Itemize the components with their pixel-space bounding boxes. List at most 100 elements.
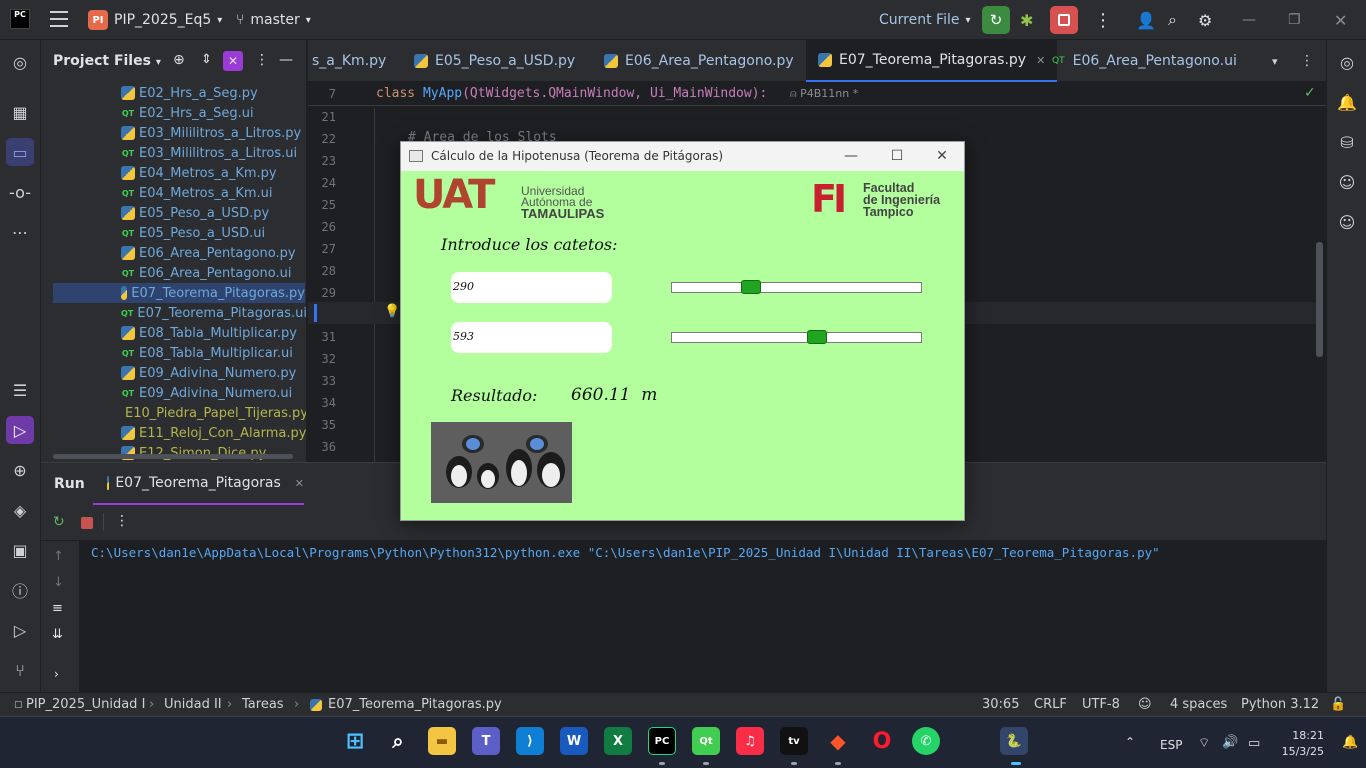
file-tree-item[interactable]: E05_Peso_a_USD.py [41, 203, 306, 223]
tab-e05-peso-py[interactable]: E05_Peso_a_USD.py [414, 40, 575, 82]
scroll-end-icon[interactable]: ⇊ [52, 627, 63, 642]
popup-title-bar[interactable]: Cálculo de la Hipotenusa (Teorema de Pit… [401, 142, 964, 171]
python-app-icon[interactable]: 🐍 [1000, 727, 1028, 755]
file-tree-item[interactable]: E07_Teorema_Pitagoras.py [53, 283, 305, 303]
lightbulb-icon[interactable]: 💡 [384, 304, 400, 319]
file-tree-item[interactable]: E02_Hrs_a_Seg.py [41, 83, 306, 103]
maximize-icon[interactable]: ☐ [887, 146, 907, 166]
python-console-icon[interactable]: ⊕ [6, 456, 34, 484]
branch-dropdown[interactable]: ⑂ master ▾ [236, 0, 311, 40]
slider-handle[interactable] [807, 330, 828, 344]
list-icon[interactable]: ☰ [6, 376, 34, 404]
teams-icon[interactable]: T [472, 727, 500, 755]
clock-date[interactable]: 15/3/25 [1276, 745, 1324, 758]
expand-icon[interactable]: › [54, 667, 59, 681]
tab-e06-area-py[interactable]: E06_Area_Pentagono.py [604, 40, 794, 82]
tab-e06-area-ui[interactable]: QT E06_Area_Pentagono.ui [1052, 40, 1237, 82]
clock-time[interactable]: 18:21 [1282, 729, 1324, 742]
project-panel-title[interactable]: Project Files ▾ [53, 53, 161, 69]
whatsapp-icon[interactable]: ✆ [912, 727, 940, 755]
file-tree-item[interactable]: QT E04_Metros_a_Km.ui [41, 183, 306, 203]
file-tree-item[interactable]: QT E05_Peso_a_USD.ui [41, 223, 306, 243]
tab-e04-metros-py[interactable]: s_a_Km.py [312, 40, 386, 82]
word-icon[interactable]: W [560, 727, 588, 755]
pycharm-icon[interactable]: PC [648, 727, 676, 755]
close-tab-icon[interactable]: ✕ [295, 477, 304, 490]
services-icon[interactable]: ▷ [6, 616, 34, 644]
cateto2-slider[interactable] [671, 330, 922, 344]
collapse-all-icon[interactable]: ✕ [223, 51, 243, 71]
structure-icon[interactable]: ▦ [6, 98, 34, 126]
file-explorer-icon[interactable]: ▬ [428, 727, 456, 755]
cateto2-input[interactable]: 593 [451, 322, 612, 353]
hide-panel-icon[interactable]: — [279, 52, 293, 68]
chevron-down-icon[interactable]: ▾ [1272, 40, 1278, 82]
file-tree-item[interactable]: E10_Piedra_Papel_Tijeras.py [41, 403, 306, 423]
debug-icon[interactable]: ✱ [1020, 0, 1033, 40]
console-output[interactable]: C:\Users\dan1e\AppData\Local\Programs\Py… [91, 545, 1160, 560]
stop-button[interactable] [1050, 6, 1078, 34]
commit-icon[interactable]: ◎ [6, 48, 34, 76]
minimize-icon[interactable]: — [841, 146, 861, 166]
file-tree-item[interactable]: E08_Tabla_Multiplicar.py [41, 323, 306, 343]
cateto1-input[interactable]: 290 [451, 272, 612, 303]
problems-icon[interactable]: ⓘ [6, 576, 34, 604]
git-icon[interactable]: ⑂ [6, 656, 34, 684]
run-panel-title[interactable]: Run [54, 476, 85, 492]
file-tree-item[interactable]: QT E03_Mililitros_a_Litros.ui [41, 143, 306, 163]
breadcrumb-folder[interactable]: Unidad II [164, 697, 222, 712]
apple-tv-icon[interactable]: tv [780, 727, 808, 755]
indent-setting[interactable]: 4 spaces [1170, 697, 1227, 712]
down-arrow-icon[interactable]: ↓ [53, 575, 64, 590]
windows-start-icon[interactable]: ⊞ [341, 727, 369, 755]
close-tab-icon[interactable]: ✕ [1036, 54, 1045, 67]
brave-icon[interactable]: ◆ [824, 727, 852, 755]
copilot-icon[interactable]: ☺ [1333, 168, 1361, 196]
vscode-icon[interactable]: ⟩ [516, 727, 544, 755]
breadcrumb-subfolder[interactable]: Tareas [242, 697, 284, 712]
file-tree-item[interactable]: E04_Metros_a_Km.py [41, 163, 306, 183]
options-icon[interactable]: ⋮ [255, 52, 269, 68]
git-commit-icon[interactable]: -o- [6, 178, 34, 206]
tab-e07-teorema-py[interactable]: E07_Teorema_Pitagoras.py ✕ [806, 40, 1058, 82]
run-tool-icon[interactable]: ▷ [6, 416, 34, 444]
more-icon[interactable]: ⋮ [1094, 0, 1112, 40]
ai-assistant-icon[interactable]: ◎ [1333, 48, 1361, 76]
add-user-icon[interactable]: 👤 [1136, 0, 1156, 40]
project-folder-icon[interactable]: ▭ [6, 138, 34, 166]
close-icon[interactable]: ✕ [1334, 0, 1347, 40]
tabs-menu-icon[interactable]: ⋮ [1300, 40, 1314, 82]
excel-icon[interactable]: X [604, 727, 632, 755]
wifi-icon[interactable]: ⌔ [1198, 735, 1210, 751]
breadcrumb-file[interactable]: E07_Teorema_Pitagoras.py [328, 697, 502, 712]
stop-icon[interactable] [81, 517, 93, 529]
maximize-icon[interactable]: ❐ [1288, 0, 1301, 40]
search-icon[interactable]: ⌕ [1168, 0, 1177, 40]
gear-icon[interactable]: ⚙ [1198, 0, 1212, 40]
main-menu-icon[interactable] [50, 11, 68, 27]
volume-icon[interactable]: 🔊 [1222, 735, 1238, 750]
lock-icon[interactable]: 🔓 [1330, 697, 1346, 712]
expand-collapse-icon[interactable]: ⇕ [201, 52, 212, 67]
file-tree-item[interactable]: E12_Simon_Dice.py [41, 443, 306, 462]
locate-icon[interactable]: ⊕ [173, 52, 185, 68]
apple-music-icon[interactable]: ♫ [736, 727, 764, 755]
project-badge-icon[interactable]: PI [88, 10, 108, 30]
notification-bell-icon[interactable]: 🔔 [1342, 735, 1358, 750]
cateto1-slider[interactable] [671, 280, 922, 294]
file-tree-item[interactable]: E03_Mililitros_a_Litros.py [41, 123, 306, 143]
search-icon[interactable]: ⌕ [384, 727, 412, 755]
database-icon[interactable]: ⛁ [1333, 128, 1361, 156]
terminal-icon[interactable]: ▣ [6, 536, 34, 564]
qt-designer-icon[interactable]: Qt [692, 727, 720, 755]
up-arrow-icon[interactable]: ↑ [53, 549, 64, 564]
notifications-icon[interactable]: 🔔 [1333, 88, 1361, 116]
opera-icon[interactable]: O [868, 727, 896, 755]
chevron-up-icon[interactable]: ⌃ [1125, 735, 1135, 749]
caret-position[interactable]: 30:65 [982, 697, 1019, 712]
run-config-dropdown[interactable]: Current File ▾ [879, 0, 971, 40]
file-tree-item[interactable]: E09_Adivina_Numero.py [41, 363, 306, 383]
close-icon[interactable]: ✕ [932, 146, 952, 166]
copilot-chat-icon[interactable]: ☺ [1333, 208, 1361, 236]
more-icon[interactable]: ⋮ [115, 513, 129, 529]
